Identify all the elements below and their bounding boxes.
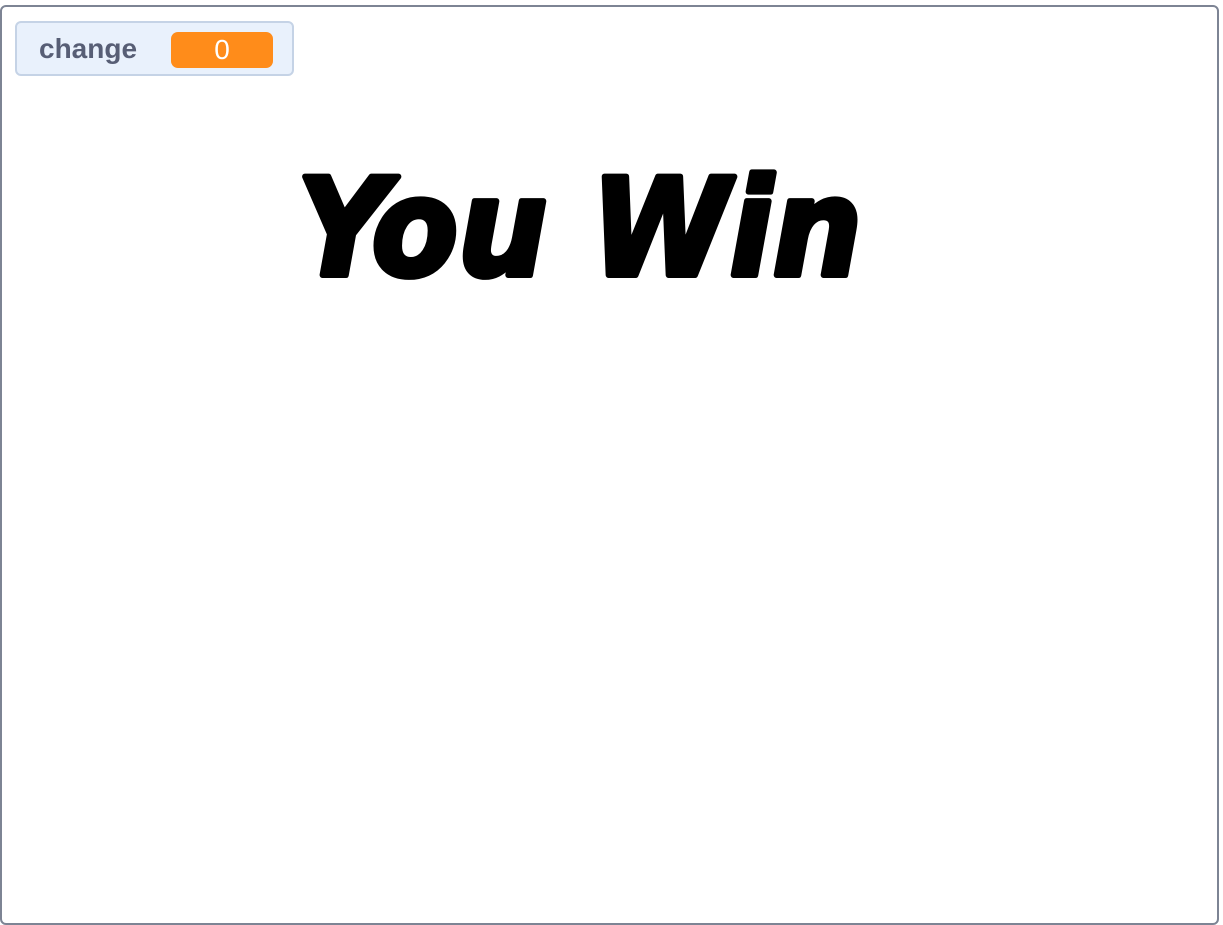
variable-value: 0 — [171, 32, 273, 68]
variable-name: change — [39, 32, 138, 64]
you-win-sprite[interactable]: You Win — [287, 155, 877, 305]
variable-monitor[interactable]: change 0 — [15, 21, 294, 76]
you-win-text: You Win — [297, 155, 862, 305]
stage[interactable]: change 0 You Win — [0, 5, 1219, 925]
